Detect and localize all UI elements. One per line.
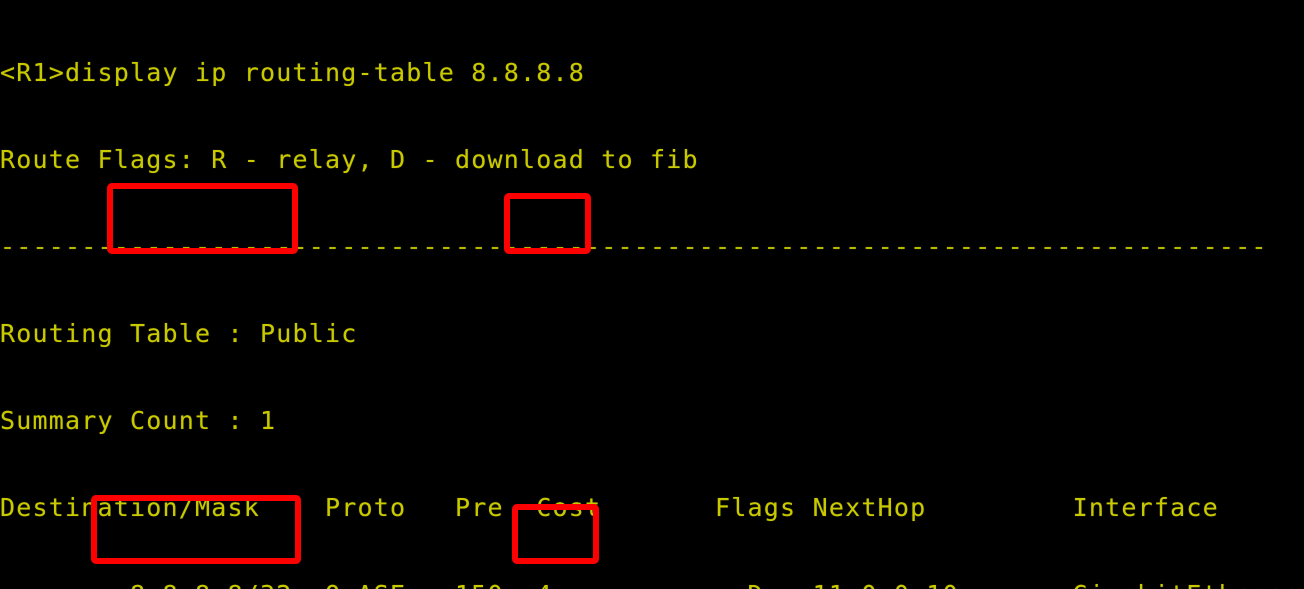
terminal-line-command-1: <R1>display ip routing-table 8.8.8.8 — [0, 58, 586, 87]
terminal-line-column-header-1: Destination/Mask Proto Pre Cost Flags Ne… — [0, 493, 1219, 522]
terminal-output[interactable]: <R1>display ip routing-table 8.8.8.8 Rou… — [0, 0, 1304, 589]
terminal-line-separator-1: ----------------------------------------… — [0, 232, 1268, 261]
terminal-line-summary-count-1: Summary Count : 1 — [0, 406, 277, 435]
terminal-line-routing-table-1: Routing Table : Public — [0, 319, 358, 348]
terminal-line-route-flags-1: Route Flags: R - relay, D - download to … — [0, 145, 699, 174]
terminal-line-route-row-1: 8.8.8.8/32 O_ASE 150 4 D 11.0.0.10 Gigab… — [0, 580, 1304, 589]
terminal-screen[interactable]: <R1>display ip routing-table 8.8.8.8 Rou… — [0, 0, 1304, 589]
